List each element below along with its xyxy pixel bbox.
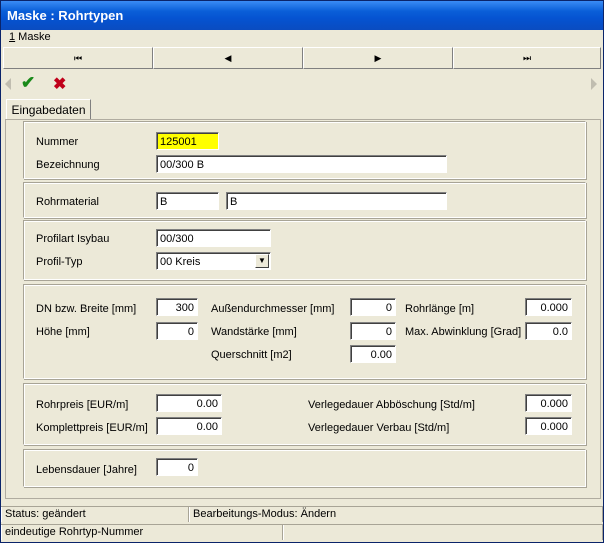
wandstaerke-input[interactable]: 0 <box>350 322 396 340</box>
profiltyp-label: Profil-Typ <box>36 256 83 268</box>
hoehe-label: Höhe [mm] <box>36 326 90 338</box>
toolbar: ✔ ✖ <box>1 72 603 96</box>
chevron-down-icon[interactable]: ▼ <box>255 254 269 268</box>
prev-icon: ◀ <box>224 52 232 63</box>
tab-eingabedaten[interactable]: Eingabedaten <box>6 99 91 120</box>
verlege-verbau-label: Verlegedauer Verbau [Std/m] <box>308 422 450 434</box>
group-profil <box>23 220 586 280</box>
group-costs <box>23 383 586 445</box>
first-record-button[interactable]: ⏮ <box>3 47 153 69</box>
tab-label: Eingabedaten <box>11 103 86 117</box>
menu-item-label: Maske <box>15 31 51 43</box>
mode-text: Bearbeitungs-Modus: Ändern <box>189 507 603 522</box>
rohrlaenge-input[interactable]: 0.000 <box>525 298 572 316</box>
aussendurchmesser-label: Außendurchmesser [mm] <box>211 303 335 315</box>
window-title: Maske : Rohrtypen <box>7 8 124 23</box>
hint-bar: eindeutige Rohrtyp-Nummer <box>1 524 603 542</box>
verlege-verbau-input[interactable]: 0.000 <box>525 417 572 435</box>
profiltyp-select[interactable]: 00 Kreis ▼ <box>156 252 271 270</box>
lebensdauer-input[interactable]: 0 <box>156 458 198 476</box>
menu-bar: 1 Maske <box>1 30 603 46</box>
komplettpreis-input[interactable]: 0.00 <box>156 417 222 435</box>
scroll-left-icon[interactable] <box>5 78 11 90</box>
querschnitt-label: Querschnitt [m2] <box>211 349 292 361</box>
abwinklung-label: Max. Abwinklung [Grad] <box>405 326 522 338</box>
profiltyp-value: 00 Kreis <box>160 256 201 268</box>
ok-icon[interactable]: ✔ <box>21 73 35 93</box>
menu-item-maske[interactable]: 1 Maske <box>9 31 51 43</box>
verlege-boeschung-label: Verlegedauer Abböschung [Std/m] <box>308 399 475 411</box>
window: Maske : Rohrtypen 1 Maske ⏮ ◀ ▶ ⏭ ✔ ✖ Ei… <box>0 0 604 543</box>
hint-text: eindeutige Rohrtyp-Nummer <box>1 525 283 540</box>
bezeichnung-input[interactable]: 00/300 B <box>156 155 447 173</box>
rohrpreis-input[interactable]: 0.00 <box>156 394 222 412</box>
scroll-right-icon[interactable] <box>591 78 597 90</box>
rohrmaterial-label: Rohrmaterial <box>36 196 99 208</box>
title-bar[interactable]: Maske : Rohrtypen <box>1 1 603 30</box>
rohrlaenge-label: Rohrlänge [m] <box>405 303 475 315</box>
last-icon: ⏭ <box>522 52 532 63</box>
komplettpreis-label: Komplettpreis [EUR/m] <box>36 422 148 434</box>
status-text: Status: geändert <box>1 507 189 522</box>
rohrmaterial-code-input[interactable]: B <box>156 192 219 210</box>
cancel-icon[interactable]: ✖ <box>53 74 66 94</box>
hint-extra-cell <box>283 525 603 540</box>
profilart-input[interactable]: 00/300 <box>156 229 271 247</box>
verlege-boeschung-input[interactable]: 0.000 <box>525 394 572 412</box>
bezeichnung-label: Bezeichnung <box>36 159 100 171</box>
rohrmaterial-name-input[interactable]: B <box>226 192 447 210</box>
nummer-input[interactable]: 125001 <box>156 132 219 150</box>
next-record-button[interactable]: ▶ <box>303 47 453 69</box>
record-navigator: ⏮ ◀ ▶ ⏭ <box>3 47 601 69</box>
aussendurchmesser-input[interactable]: 0 <box>350 298 396 316</box>
profilart-label: Profilart Isybau <box>36 233 110 245</box>
dn-breite-input[interactable]: 300 <box>156 298 198 316</box>
status-bar: Status: geändert Bearbeitungs-Modus: Änd… <box>1 506 603 524</box>
querschnitt-input[interactable]: 0.00 <box>350 345 396 363</box>
prev-record-button[interactable]: ◀ <box>153 47 303 69</box>
nummer-label: Nummer <box>36 136 79 148</box>
first-icon: ⏮ <box>73 52 83 63</box>
wandstaerke-label: Wandstärke [mm] <box>211 326 297 338</box>
lebensdauer-label: Lebensdauer [Jahre] <box>36 464 137 476</box>
abwinklung-input[interactable]: 0.0 <box>525 322 572 340</box>
hoehe-input[interactable]: 0 <box>156 322 198 340</box>
rohrpreis-label: Rohrpreis [EUR/m] <box>36 399 129 411</box>
last-record-button[interactable]: ⏭ <box>453 47 601 69</box>
dn-breite-label: DN bzw. Breite [mm] <box>36 303 137 315</box>
next-icon: ▶ <box>374 52 382 63</box>
